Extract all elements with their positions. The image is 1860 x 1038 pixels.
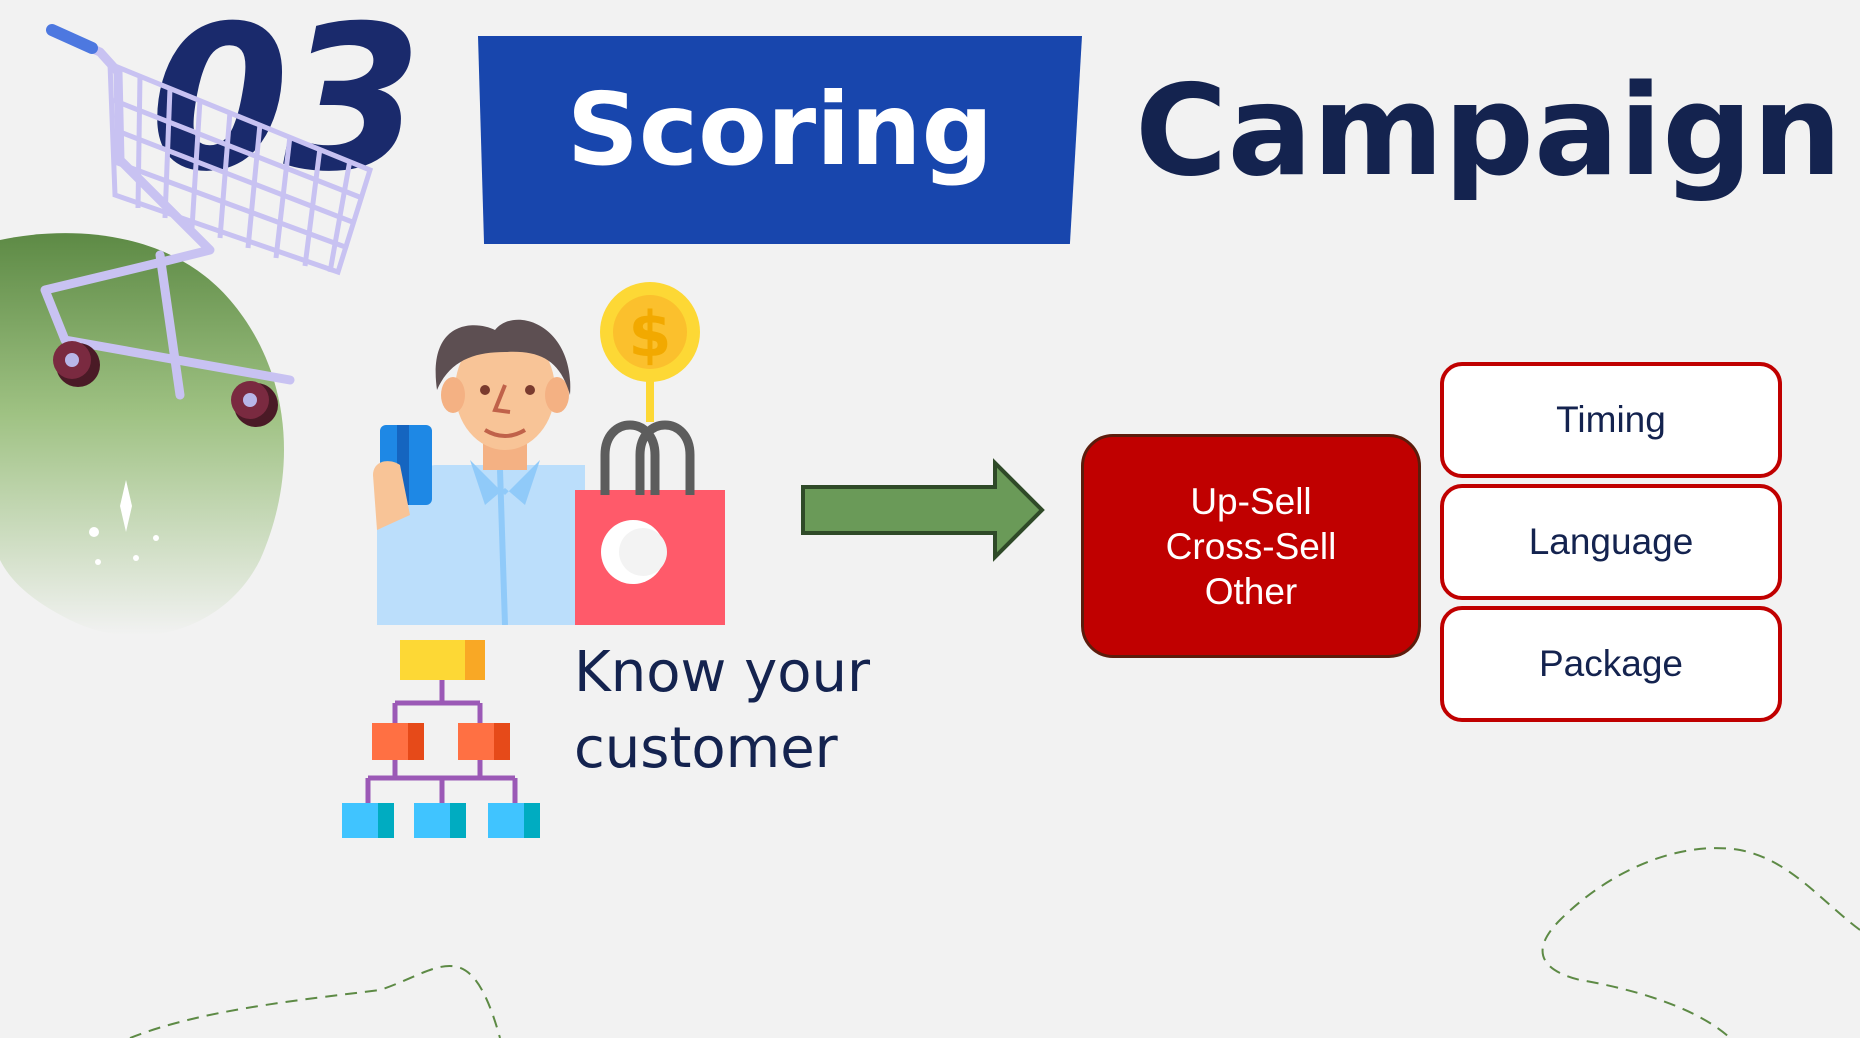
campaign-title: Campaign [1135, 57, 1843, 204]
package-box: Package [1440, 606, 1782, 722]
other-label: Other [1204, 570, 1298, 612]
svg-text:$: $ [628, 298, 671, 371]
language-box: Language [1440, 484, 1782, 600]
right-arrow-icon [801, 458, 1045, 562]
campaign-types-box: Up-Sell Cross-Sell Other [1081, 434, 1421, 658]
upsell-label: Up-Sell [1190, 480, 1312, 522]
hierarchy-icon [342, 640, 540, 838]
customer-shopping-icon: $ [373, 282, 725, 625]
shopping-cart-icon [40, 24, 374, 427]
scoring-title: Scoring [566, 71, 994, 188]
dashed-curve-bottom [129, 965, 501, 1038]
timing-box: Timing [1440, 362, 1782, 478]
dashed-curve-right [1541, 847, 1860, 1038]
know-your-line: Know your [574, 640, 870, 705]
cross-sell-label: Cross-Sell [1165, 525, 1337, 567]
know-your-customer-label: Know your customer [574, 635, 870, 787]
customer-line: customer [574, 716, 838, 781]
